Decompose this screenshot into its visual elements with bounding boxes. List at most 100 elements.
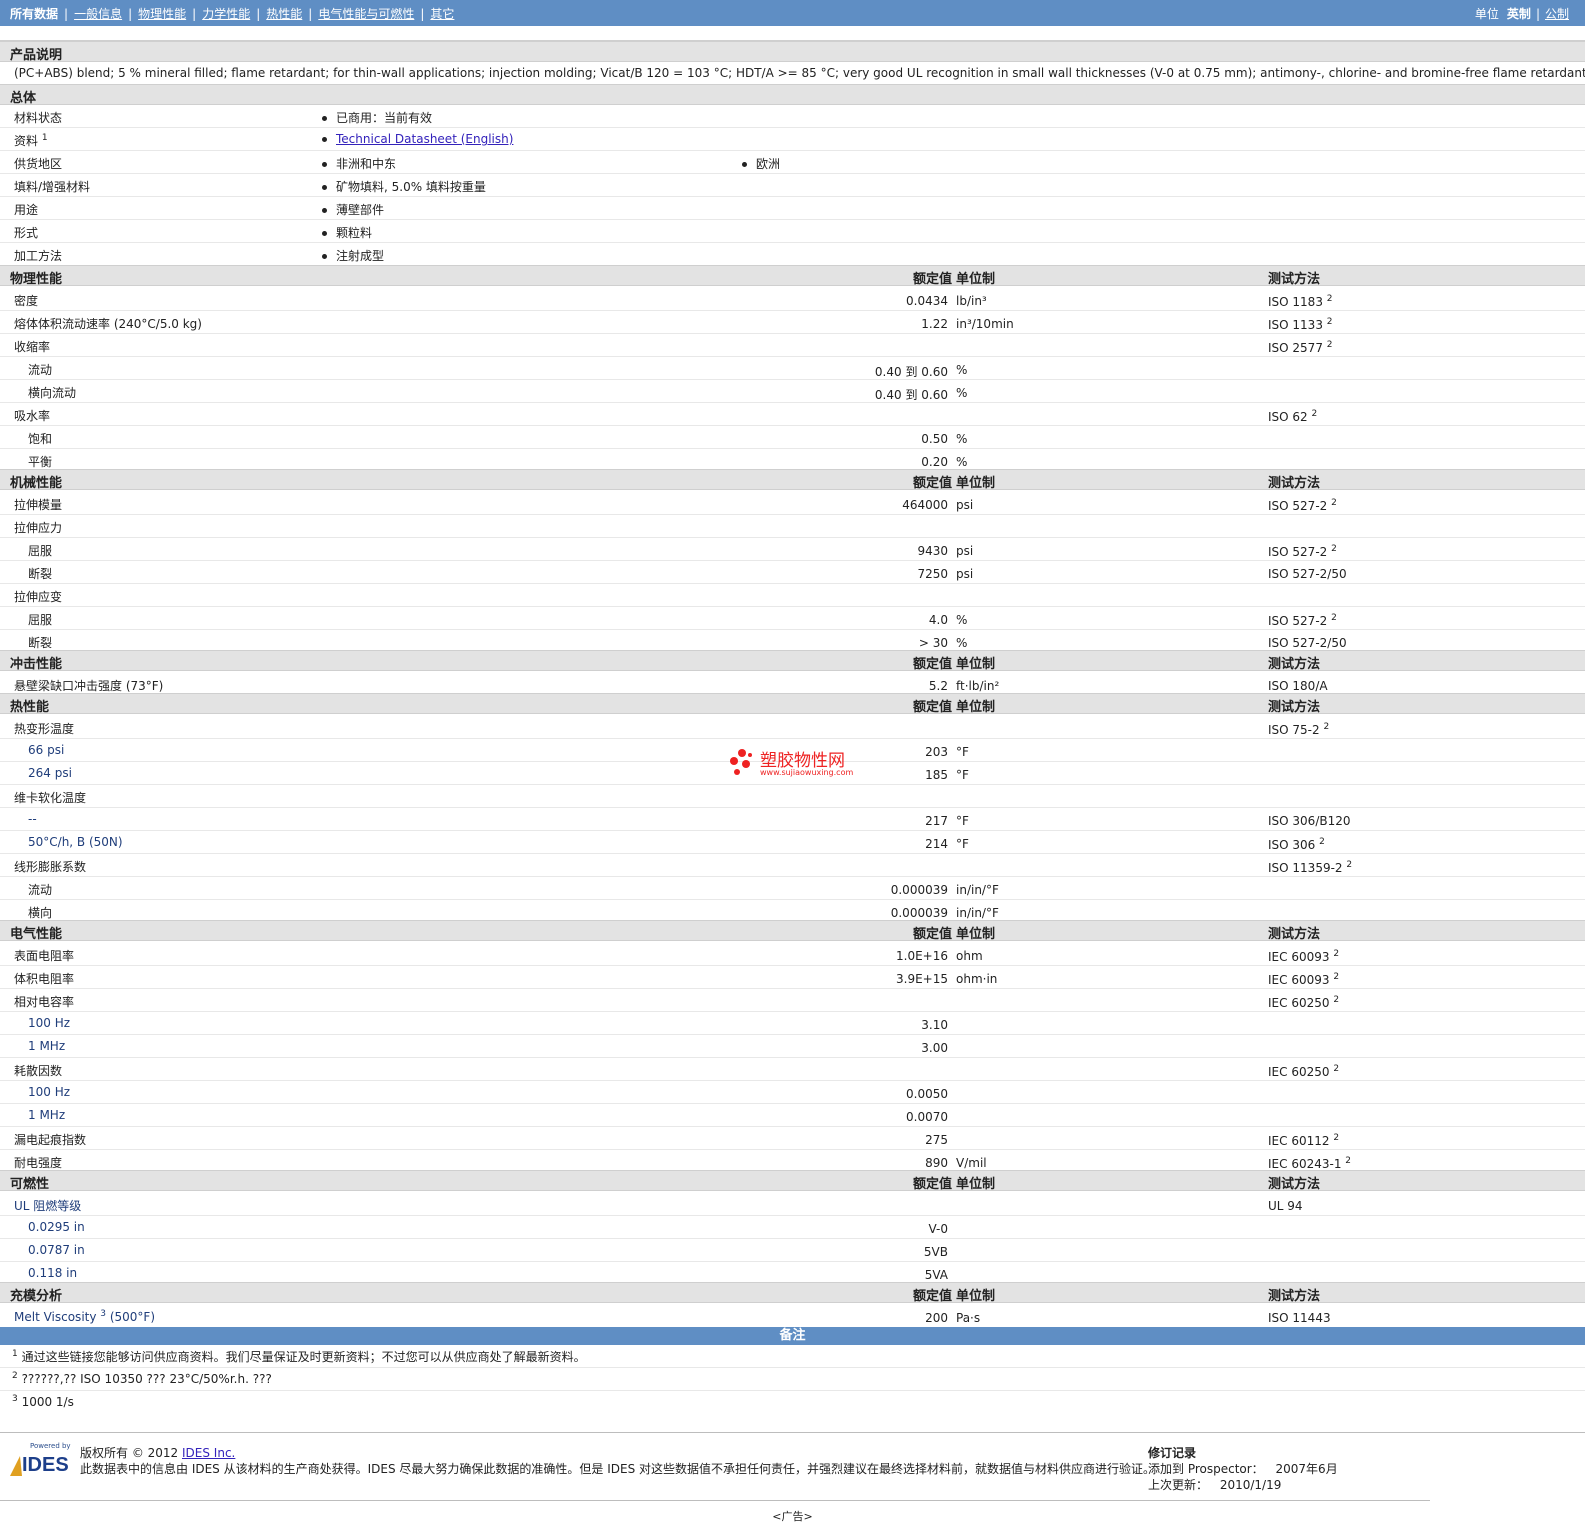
row-label: 供货地区 [14, 157, 63, 171]
row-unit: Pa·s [956, 1311, 981, 1325]
row-label: 0.0295 in [28, 1220, 85, 1234]
section-title: 热性能 [10, 700, 50, 715]
table-row: -- 217 °F ISO 306/B120 [0, 808, 1585, 831]
row-unit: ft·lb/in² [956, 679, 1000, 693]
nav-thermal[interactable]: 热性能 [266, 7, 302, 21]
header-method: 测试方法 [1268, 476, 1321, 491]
table-row: 相对电容率 IEC 60250 2 [0, 989, 1585, 1012]
row-value: > 30 [918, 636, 948, 650]
table-row: 熔体体积流动速率 (240°C/5.0 kg) 1.22 in³/10min ISO … [0, 311, 1585, 334]
row-value: 4.0 [928, 613, 948, 627]
table-row: 流动 0.40 到 0.60% [0, 357, 1585, 380]
row-method: ISO 527-2 2 [1268, 613, 1337, 628]
header-method: 测试方法 [1268, 927, 1321, 942]
table-row: 漏电起痕指数 275 IEC 60112 2 [0, 1127, 1585, 1150]
header-unit: 单位制 [956, 927, 996, 942]
section-title: 可燃性 [10, 1177, 50, 1192]
row-method: ISO 527-2 2 [1268, 498, 1337, 513]
nav-other[interactable]: 其它 [430, 7, 454, 21]
row-label: 体积电阻率 [14, 972, 75, 986]
row-unit: in³/10min [956, 317, 1014, 331]
row-unit: psi [956, 544, 974, 558]
row-value: 0.40 到 0.60 [874, 388, 948, 402]
row-value: 1.0E+16 [896, 949, 948, 963]
row-label: 平衡 [28, 455, 53, 469]
unit-metric-button[interactable]: 公制 [1545, 7, 1569, 21]
table-row: UL 阻燃等级 UL 94 [0, 1193, 1585, 1216]
row-label: 悬壁梁缺口冲击强度 (73°F) [14, 679, 164, 693]
ad-placeholder: <广告> [772, 1510, 813, 1523]
section-general: 总体 [0, 84, 1585, 106]
row-label: 100 Hz [28, 1016, 71, 1030]
product-description: (PC+ABS) blend; 5 % mineral filled; flam… [14, 66, 1585, 80]
bullet-icon [322, 162, 327, 167]
section-title: 机械性能 [10, 476, 63, 491]
table-row: 密度 0.0434 lb/in³ ISO 1183 2 [0, 288, 1585, 311]
row-unit: psi [956, 498, 974, 512]
row-method: ISO 11443 [1268, 1311, 1331, 1325]
table-row: 饱和 0.50% [0, 426, 1585, 449]
nav-mechanical[interactable]: 力学性能 [202, 7, 250, 21]
row-label: 拉伸模量 [14, 498, 63, 512]
row-method: ISO 306 2 [1268, 837, 1325, 852]
row-label: 热变形温度 [14, 722, 75, 736]
nav-electrical[interactable]: 电气性能与可燃性 [318, 7, 414, 21]
row-label: 形式 [14, 226, 39, 240]
note-item: 3 1000 1/s [12, 1394, 74, 1409]
row-unit: °F [956, 768, 969, 782]
row-label: 流动 [28, 363, 53, 377]
row-label: 66 psi [28, 743, 65, 757]
nav-physical[interactable]: 物理性能 [138, 7, 186, 21]
row-label: 0.0787 in [28, 1243, 85, 1257]
row-method: ISO 527-2 2 [1268, 544, 1337, 559]
header-value: 额定值 [912, 1289, 952, 1304]
row-label: 横向流动 [28, 386, 77, 400]
section-electrical: 电气性能 额定值 单位制 测试方法 [0, 920, 1585, 942]
row-label: 拉伸应变 [14, 590, 63, 604]
row-label: 材料状态 [14, 111, 63, 125]
row-label: 熔体体积流动速率 (240°C/5.0 kg) [14, 317, 202, 331]
row-label: Melt Viscosity 3 (500°F) [14, 1309, 155, 1324]
row-label: 漏电起痕指数 [14, 1133, 87, 1147]
divider [0, 1366, 1585, 1368]
table-row: 100 Hz 0.0050 [0, 1081, 1585, 1104]
table-row: 断裂 7250 psi ISO 527-2/50 [0, 561, 1585, 584]
ides-company-link[interactable]: IDES Inc. [182, 1446, 235, 1460]
row-value: 颗粒料 [322, 224, 372, 241]
unit-english-button[interactable]: 英制 [1507, 7, 1531, 21]
table-row: 线形膨胀系数 ISO 11359-2 2 [0, 854, 1585, 877]
divider [0, 1432, 1585, 1433]
nav-general-info[interactable]: 一般信息 [74, 7, 122, 21]
row-value: 5VA [924, 1268, 948, 1282]
section-title: 物理性能 [10, 272, 63, 287]
row-label: 维卡软化温度 [14, 791, 87, 805]
row-label: 线形膨胀系数 [14, 860, 87, 874]
row-method: ISO 180/A [1268, 679, 1328, 693]
note-item: 1 通过这些链接您能够访问供应商资料。我们尽量保证及时更新资料；不过您可以从供应… [12, 1349, 586, 1364]
nav-all-data[interactable]: 所有数据 [10, 7, 58, 21]
row-process: 加工方法 注射成型 [0, 243, 1585, 266]
row-unit: °F [956, 837, 969, 851]
row-label: 收缩率 [14, 340, 51, 354]
row-value: Technical Datasheet (English) [322, 132, 513, 146]
row-unit: °F [956, 814, 969, 828]
ides-logo: Powered by IDES [8, 1442, 72, 1478]
bullet-icon [322, 208, 327, 213]
row-label: 屈服 [28, 544, 53, 558]
header-unit: 单位制 [956, 272, 996, 287]
revision-added: 添加到 Prospector： 2007年6月 [1148, 1462, 1338, 1476]
row-value: 7250 [917, 567, 948, 581]
row-unit: ohm·in [956, 972, 998, 986]
row-material-status: 材料状态 已商用：当前有效 [0, 105, 1585, 128]
row-label: 0.118 in [28, 1266, 78, 1280]
section-flammability: 可燃性 额定值 单位制 测试方法 [0, 1170, 1585, 1192]
row-value: 5.2 [928, 679, 948, 693]
row-unit: psi [956, 567, 974, 581]
technical-datasheet-link[interactable]: Technical Datasheet (English) [336, 132, 513, 146]
row-method: ISO 306/B120 [1268, 814, 1351, 828]
table-row: 维卡软化温度 [0, 785, 1585, 808]
row-value: 3.10 [921, 1018, 948, 1032]
row-value: 非洲和中东 [322, 155, 396, 172]
row-value: 0.000039 [890, 883, 948, 897]
revision-title: 修订记录 [1148, 1446, 1197, 1460]
